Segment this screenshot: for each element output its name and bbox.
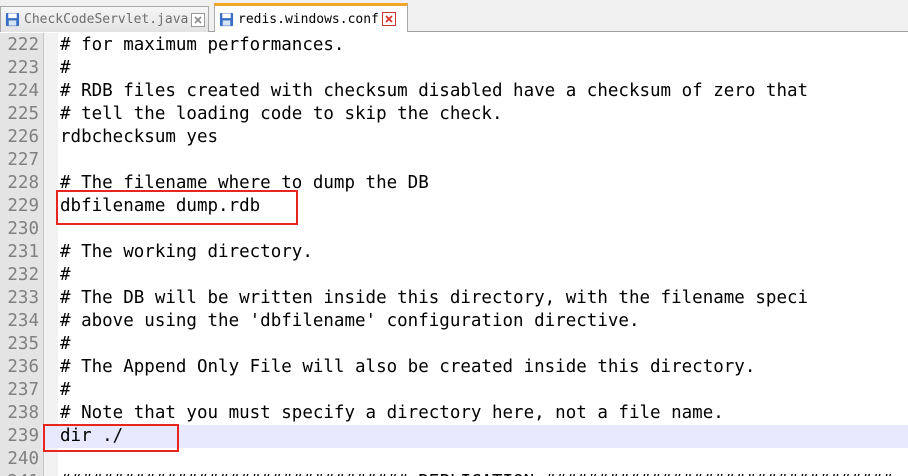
line-text: # <box>60 265 71 285</box>
line-number: 235 <box>7 334 39 354</box>
line-number: 230 <box>7 219 39 239</box>
editor-line[interactable]: 225 # tell the loading code to skip the c… <box>0 103 908 126</box>
line-number: 223 <box>7 58 39 78</box>
editor-line[interactable]: 226 rdbchecksum yes <box>0 126 908 149</box>
line-number: 224 <box>7 81 39 101</box>
line-text: # <box>60 58 71 78</box>
editor-line[interactable]: 234 # above using the 'dbfilename' config… <box>0 310 908 333</box>
floppy-disk-icon <box>5 12 20 27</box>
line-text: # RDB files created with checksum disabl… <box>60 81 809 101</box>
line-number: 222 <box>7 35 39 55</box>
editor-line[interactable]: 238 # Note that you must specify a direct… <box>0 402 908 425</box>
line-number: 228 <box>7 173 39 193</box>
editor-line[interactable]: 222 # for maximum performances. <box>0 34 908 57</box>
close-icon[interactable] <box>191 12 206 27</box>
code-editor[interactable]: 222 # for maximum performances. 223 #224 # R… <box>0 33 908 476</box>
line-text: # for maximum performances. <box>60 35 345 55</box>
editor-line[interactable]: 236 # The Append Only File will also be c… <box>0 356 908 379</box>
line-number: 229 <box>7 196 39 216</box>
line-number: 238 <box>7 403 39 423</box>
line-text: # tell the loading code to skip the chec… <box>60 104 503 124</box>
highlight-box-dir <box>43 424 179 452</box>
line-number: 227 <box>7 150 39 170</box>
line-number: 233 <box>7 288 39 308</box>
line-number: 236 <box>7 357 39 377</box>
tab-bar: CheckCodeServlet.java redis.windows.conf <box>0 0 908 32</box>
line-number: 241 <box>0 471 41 476</box>
line-text: # The working directory. <box>60 242 313 262</box>
line-text: rdbchecksum yes <box>60 127 219 147</box>
tab-label: CheckCodeServlet.java <box>24 12 189 27</box>
editor-line[interactable]: 237 # <box>0 379 908 402</box>
line-number: 225 <box>7 104 39 124</box>
line-number: 231 <box>7 242 39 262</box>
highlight-box-dbfilename <box>56 190 298 225</box>
line-text: # <box>60 334 71 354</box>
editor-line[interactable]: 241 ################################# REP… <box>0 471 908 476</box>
editor-line[interactable]: 233 # The DB will be written inside this … <box>0 287 908 310</box>
line-text: # The Append Only File will also be crea… <box>60 357 756 377</box>
line-text: # above using the 'dbfilename' configura… <box>60 311 640 331</box>
editor-line[interactable]: 224 # RDB files created with checksum dis… <box>0 80 908 103</box>
tab-redis-windows-conf[interactable]: redis.windows.conf <box>214 3 408 32</box>
tab-label: redis.windows.conf <box>238 11 379 27</box>
editor-line[interactable]: 223 # <box>0 57 908 80</box>
line-text: ################################# REPLIC… <box>60 471 892 476</box>
tab-checkcodeservlet-java[interactable]: CheckCodeServlet.java <box>0 6 209 32</box>
editor-line[interactable]: 231 # The working directory. <box>0 241 908 264</box>
editor-line[interactable]: 235 # <box>0 333 908 356</box>
line-number: 226 <box>7 127 39 147</box>
floppy-disk-icon <box>219 12 234 26</box>
notepad-plus-plus-window: CheckCodeServlet.java redis.windows.conf… <box>0 0 908 476</box>
line-number: 234 <box>7 311 39 331</box>
line-number: 239 <box>0 425 41 448</box>
line-text: # <box>60 380 71 400</box>
line-text: # Note that you must specify a directory… <box>60 403 724 423</box>
line-number: 237 <box>7 380 39 400</box>
line-number: 240 <box>7 449 39 469</box>
line-text: # The DB will be written inside this dir… <box>60 288 809 308</box>
editor-line[interactable]: 227 <box>0 149 908 172</box>
editor-line[interactable]: 232 # <box>0 264 908 287</box>
close-icon[interactable] <box>381 12 396 26</box>
line-number: 232 <box>7 265 39 285</box>
